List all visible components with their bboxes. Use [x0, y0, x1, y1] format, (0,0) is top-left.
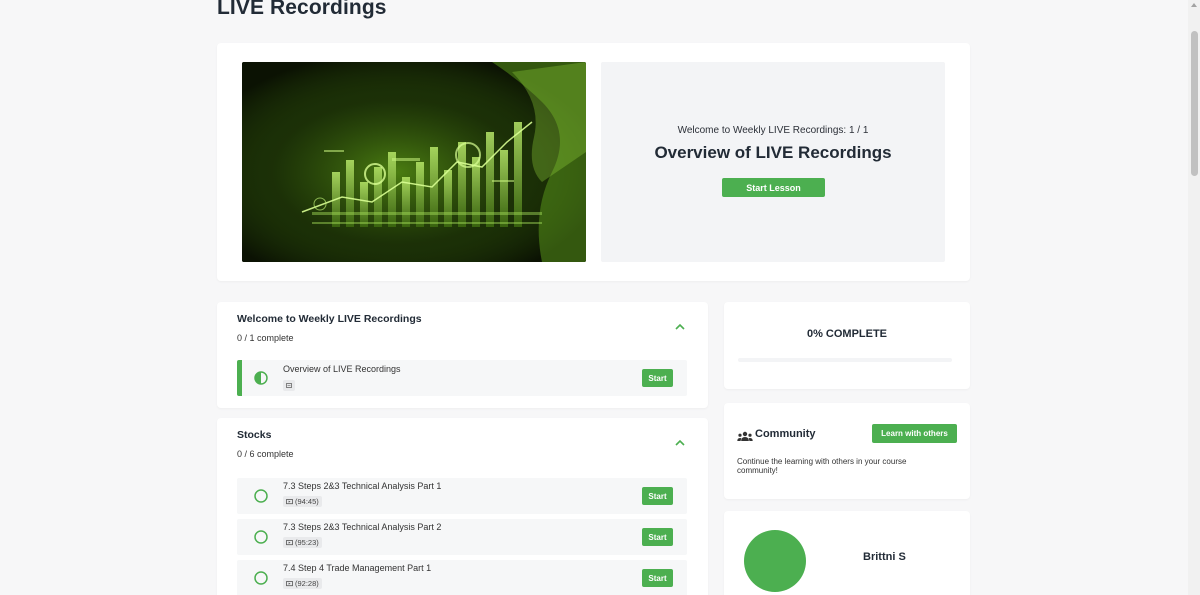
hero-image — [242, 62, 586, 262]
start-button[interactable]: Start — [642, 487, 673, 505]
section-title: Welcome to Weekly LIVE Recordings — [237, 313, 422, 325]
not-started-circle-icon — [254, 489, 268, 503]
next-lesson-title: Overview of LIVE Recordings — [654, 143, 892, 162]
section-card-welcome: Welcome to Weekly LIVE Recordings 0 / 1 … — [217, 302, 708, 408]
start-button[interactable]: Start — [642, 528, 673, 546]
lesson-meta — [283, 380, 295, 391]
lesson-row[interactable]: 7.3 Steps 2&3 Technical Analysis Part 1 … — [237, 478, 687, 514]
community-card: Community Learn with others Continue the… — [724, 403, 970, 499]
lesson-duration: (92:28) — [295, 579, 319, 588]
video-icon — [286, 580, 293, 586]
chevron-up-icon[interactable] — [674, 438, 686, 448]
not-started-circle-icon — [254, 530, 268, 544]
completion-progress-bar — [738, 358, 952, 362]
lesson-row[interactable]: Overview of LIVE Recordings Start — [237, 360, 687, 396]
lesson-title: 7.3 Steps 2&3 Technical Analysis Part 1 — [283, 481, 442, 491]
start-lesson-button[interactable]: Start Lesson — [722, 178, 825, 197]
lesson-meta: (94:45) — [283, 496, 322, 507]
text-icon — [286, 382, 292, 388]
lesson-row[interactable]: 7.4 Step 4 Trade Management Part 1 (92:2… — [237, 560, 687, 595]
page-scrollbar[interactable] — [1188, 0, 1200, 595]
scrollbar-thumb[interactable] — [1191, 31, 1198, 176]
start-button[interactable]: Start — [642, 569, 673, 587]
learn-with-others-button[interactable]: Learn with others — [872, 424, 957, 443]
chevron-up-icon[interactable] — [674, 322, 686, 332]
profile-card: Brittni S — [724, 511, 970, 595]
completion-label: 0% COMPLETE — [806, 328, 888, 340]
next-lesson-subtitle: Welcome to Weekly LIVE Recordings: 1 / 1 — [677, 125, 869, 136]
lesson-title: 7.3 Steps 2&3 Technical Analysis Part 2 — [283, 522, 442, 532]
page-title: LIVE Recordings — [217, 0, 387, 19]
video-icon — [286, 498, 293, 504]
avatar[interactable] — [744, 530, 806, 592]
in-progress-icon — [254, 371, 268, 385]
lesson-title: Overview of LIVE Recordings — [283, 364, 401, 374]
lesson-duration: (94:45) — [295, 497, 319, 506]
not-started-circle-icon — [254, 571, 268, 585]
community-description: Continue the learning with others in you… — [737, 457, 907, 475]
lesson-meta: (92:28) — [283, 578, 322, 589]
hero-card: Welcome to Weekly LIVE Recordings: 1 / 1… — [217, 43, 970, 281]
section-progress: 0 / 1 complete — [237, 333, 294, 343]
video-icon — [286, 539, 293, 545]
lesson-meta: (95:23) — [283, 537, 322, 548]
completion-card: 0% COMPLETE — [724, 302, 970, 389]
lesson-duration: (95:23) — [295, 538, 319, 547]
section-card-stocks: Stocks 0 / 6 complete 7.3 Steps 2&3 Tech… — [217, 418, 708, 595]
community-title: Community — [755, 428, 816, 440]
start-button[interactable]: Start — [642, 369, 673, 387]
user-name: Brittni S — [863, 551, 906, 563]
section-progress: 0 / 6 complete — [237, 449, 294, 459]
lesson-row[interactable]: 7.3 Steps 2&3 Technical Analysis Part 2 … — [237, 519, 687, 555]
scroll-up-arrow-icon[interactable] — [1191, 3, 1197, 7]
section-title: Stocks — [237, 429, 272, 441]
lesson-title: 7.4 Step 4 Trade Management Part 1 — [283, 563, 432, 573]
next-lesson-panel: Welcome to Weekly LIVE Recordings: 1 / 1… — [601, 62, 945, 262]
community-icon — [737, 431, 753, 441]
